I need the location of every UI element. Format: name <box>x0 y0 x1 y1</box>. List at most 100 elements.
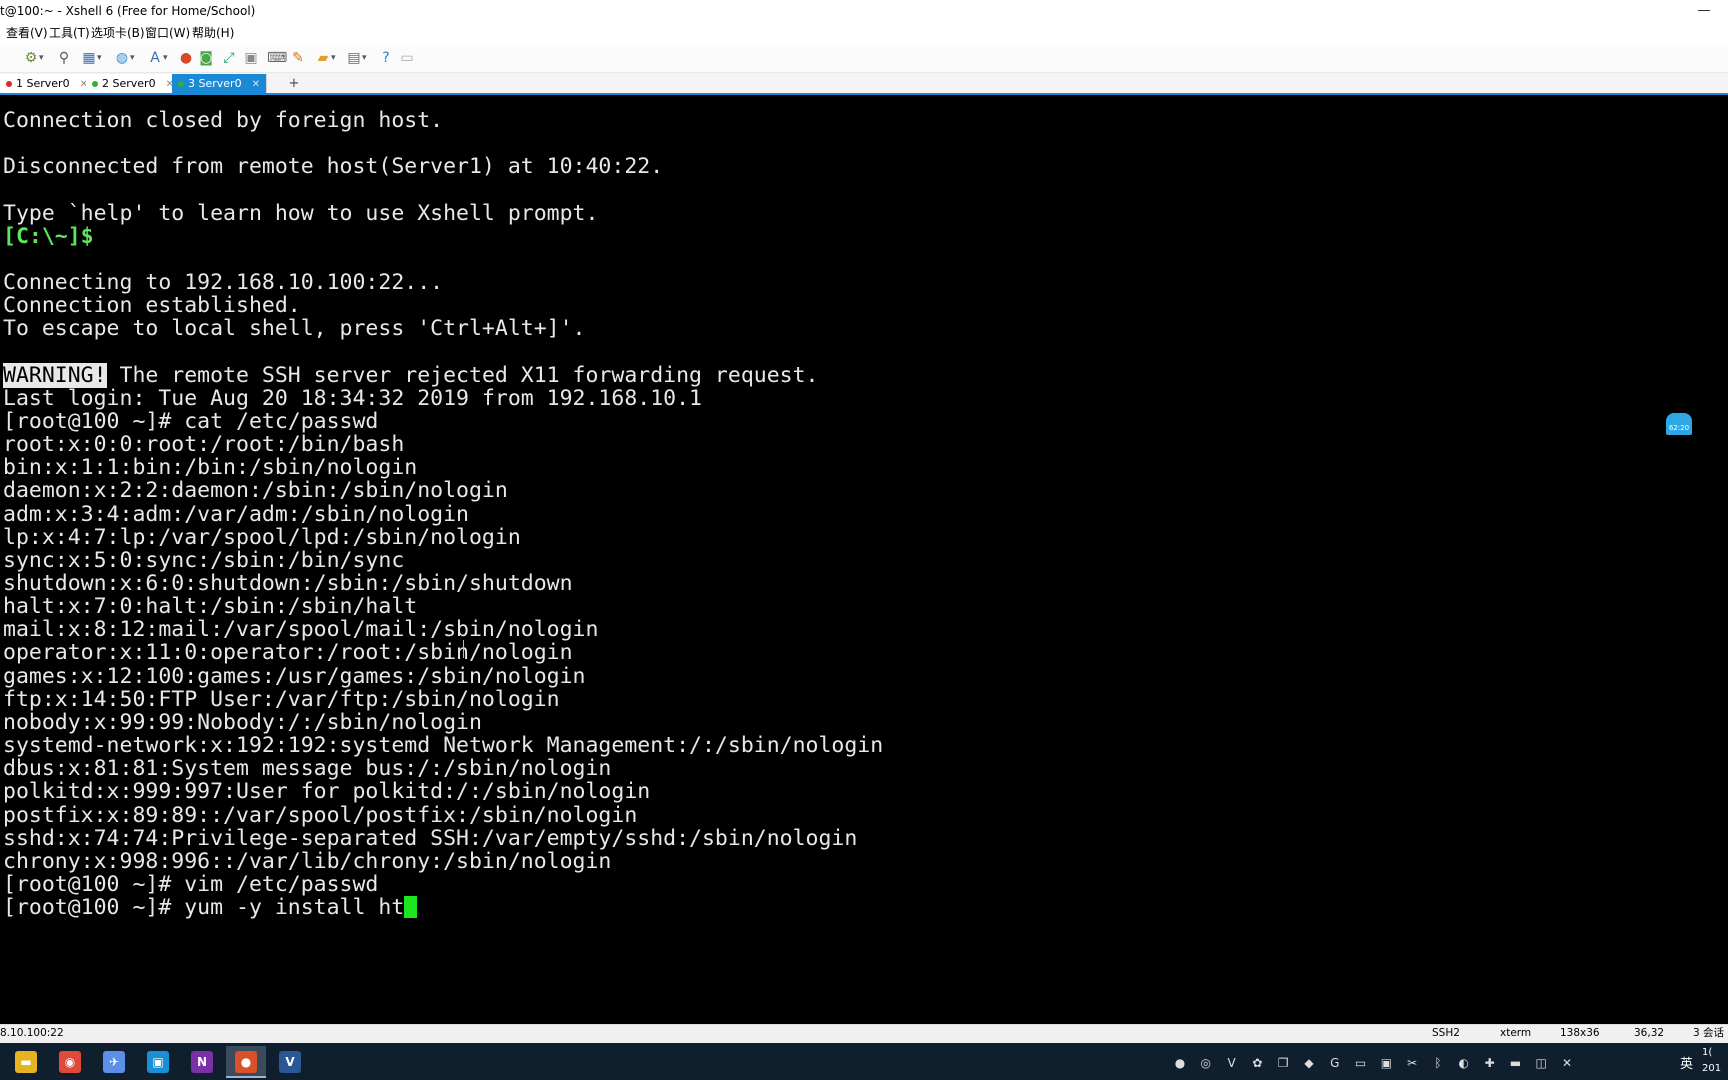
compose-icon[interactable]: ✎ <box>289 49 307 67</box>
wifi-icon[interactable]: ◫ <box>1533 1055 1549 1071</box>
taskbar-app[interactable]: ✈ <box>94 1046 134 1078</box>
network-drive-icon[interactable]: ◎ <box>1198 1055 1214 1071</box>
taskbar-app[interactable]: ● <box>226 1046 266 1078</box>
pin-tray-icon[interactable]: ✂ <box>1404 1055 1420 1071</box>
globe-icon[interactable]: ◍ <box>113 49 135 67</box>
terminal-line: operator:x:11:0:operator:/root:/sbin/nol… <box>3 640 573 665</box>
menu-view[interactable]: 查看(V) <box>6 22 48 44</box>
clock-date: 201 <box>1702 1063 1722 1074</box>
terminal-line: Connection closed by foreign host. <box>3 108 443 133</box>
taskbar-app[interactable]: N <box>182 1046 222 1078</box>
terminal-line: sshd:x:74:74:Privilege-separated SSH:/va… <box>3 826 857 851</box>
terminal-line: ftp:x:14:50:FTP User:/var/ftp:/sbin/nolo… <box>3 687 560 712</box>
status-size: 138x36 <box>1560 1027 1600 1039</box>
window-title: t@100:~ - Xshell 6 (Free for Home/School… <box>0 4 256 18</box>
bluetooth-icon[interactable]: ᛒ <box>1430 1055 1446 1071</box>
plus-tray-icon[interactable]: ✚ <box>1482 1055 1498 1071</box>
terminal-line: dbus:x:81:81:System message bus:/:/sbin/… <box>3 756 611 781</box>
terminal-line: games:x:12:100:games:/usr/games:/sbin/no… <box>3 664 585 689</box>
help-icon[interactable]: ? <box>377 49 395 67</box>
terminal-line: [C:\~]$ <box>3 224 107 249</box>
onenote-icon: N <box>191 1051 213 1073</box>
balloon-icon[interactable]: ● <box>1172 1055 1188 1071</box>
app-box-icon: ▣ <box>147 1051 169 1073</box>
visio-icon: V <box>279 1051 301 1073</box>
title-bar: t@100:~ - Xshell 6 (Free for Home/School… <box>0 0 1728 22</box>
status-term: xterm <box>1500 1027 1532 1039</box>
floating-widget[interactable]: 62:20 <box>1666 413 1692 435</box>
game-icon[interactable]: ◐ <box>1456 1055 1472 1071</box>
battery-icon[interactable]: ▬ <box>1507 1055 1523 1071</box>
terminal-line-text: Connection established. <box>3 293 301 319</box>
terminal-line-text: lp:x:4:7:lp:/var/spool/lpd:/sbin/nologin <box>3 524 521 550</box>
chat-icon[interactable]: ▭ <box>398 49 416 67</box>
terminal-line: [root@100 ~]# yum -y install ht <box>3 895 418 921</box>
lock-icon[interactable]: ▣ <box>242 49 260 67</box>
terminal-line-text: halt:x:7:0:halt:/sbin:/sbin/halt <box>3 594 418 620</box>
close-icon[interactable]: ✕ <box>252 79 260 90</box>
properties-icon[interactable]: ⚙ <box>22 49 44 67</box>
minimize-icon[interactable] <box>1696 0 1712 22</box>
screen-tray-icon[interactable]: ▣ <box>1378 1055 1394 1071</box>
terminal-line-text: postfix:x:89:89::/var/spool/postfix:/sbi… <box>3 802 638 828</box>
nvidia-icon[interactable]: ◆ <box>1301 1055 1317 1071</box>
layout-icon[interactable]: ▤ <box>345 49 366 67</box>
xshell-icon: ● <box>235 1051 257 1073</box>
taskbar-app[interactable]: ▬ <box>6 1046 46 1078</box>
tab-label: 3 Server0 <box>188 77 242 90</box>
taskbar-app[interactable]: ▣ <box>138 1046 178 1078</box>
terminal-output[interactable]: Connection closed by foreign host. Discon… <box>0 95 1728 1024</box>
taskbar-app[interactable]: V <box>270 1046 310 1078</box>
file-explorer-icon: ▬ <box>15 1051 37 1073</box>
terminal-line-text: [root@100 ~]# cat /etc/passwd <box>3 408 379 434</box>
feishu-icon: ✈ <box>103 1051 125 1073</box>
new-tab-button[interactable]: + <box>287 74 301 93</box>
terminal-line-text: dbus:x:81:81:System message bus:/:/sbin/… <box>3 756 612 782</box>
fullscreen-icon[interactable]: ⤢ <box>220 49 238 67</box>
menu-tabs[interactable]: 选项卡(B) <box>91 22 145 44</box>
terminal-line: bin:x:1:1:bin:/bin:/sbin/nologin <box>3 455 417 480</box>
terminal-line-text: root:x:0:0:root:/root:/bin/bash <box>3 432 405 458</box>
folder-icon[interactable]: ▰ <box>314 49 336 67</box>
clock[interactable]: 1( 201 <box>1702 1045 1728 1077</box>
menu-tools[interactable]: 工具(T) <box>49 22 90 44</box>
tab-session-3[interactable]: 3 Server0 ✕ <box>172 74 267 93</box>
ime-indicator[interactable]: 英 <box>1680 1053 1693 1072</box>
font-icon[interactable]: A <box>146 49 167 67</box>
gear-tray-icon[interactable]: ✿ <box>1249 1055 1265 1071</box>
visio-tray-icon[interactable]: V <box>1224 1055 1240 1071</box>
menu-window[interactable]: 窗口(W) <box>145 22 190 44</box>
transfer-icon[interactable]: ▦ <box>80 49 101 67</box>
terminal-line: [root@100 ~]# cat /etc/passwd <box>3 409 378 434</box>
clock-time: 1( <box>1702 1047 1713 1058</box>
terminal-line-text: [root@100 ~]# yum -y install ht <box>3 895 405 921</box>
taskbar-app[interactable]: ◉ <box>50 1046 90 1078</box>
terminal-line-text: games:x:12:100:games:/usr/games:/sbin/no… <box>3 663 586 689</box>
terminal-line-text: bin:x:1:1:bin:/bin:/sbin/nologin <box>3 455 418 481</box>
terminal-line: adm:x:3:4:adm:/var/adm:/sbin/nologin <box>3 502 469 527</box>
terminal-line: sync:x:5:0:sync:/sbin:/bin/sync <box>3 548 404 573</box>
terminal-line-text: systemd-network:x:192:192:systemd Networ… <box>3 733 884 759</box>
status-dot <box>6 81 12 87</box>
terminal-line-text: sync:x:5:0:sync:/sbin:/bin/sync <box>3 547 405 573</box>
volume-mute-icon[interactable]: ✕ <box>1559 1055 1575 1071</box>
copy-tray-icon[interactable]: ❐ <box>1275 1055 1291 1071</box>
terminal-line-text: Disconnected from remote host(Server1) a… <box>3 154 664 180</box>
sb-tray-icon[interactable]: ▭ <box>1353 1055 1369 1071</box>
tunnel-icon[interactable]: ◙ <box>197 49 215 67</box>
terminal-line-text: The remote SSH server rejected X11 forwa… <box>106 362 819 388</box>
menu-help[interactable]: 帮助(H) <box>192 22 234 44</box>
g-tray-icon[interactable]: G <box>1327 1055 1343 1071</box>
menu-bar: 查看(V) 工具(T) 选项卡(B) 窗口(W) 帮助(H) <box>0 22 1728 44</box>
terminal-line-text: [root@100 ~]# vim /etc/passwd <box>3 871 379 897</box>
xftp-icon[interactable]: ● <box>177 49 195 67</box>
terminal-line-text: mail:x:8:12:mail:/var/spool/mail:/sbin/n… <box>3 617 599 643</box>
keyboard-icon[interactable]: ⌨ <box>267 49 287 67</box>
toolbar: ⚙ ⚲ ▦ ◍ A ● ◙ ⤢ ▣ ⌨ ✎ ▰ ▤ ? ▭ <box>0 44 1728 73</box>
search-icon[interactable]: ⚲ <box>55 49 73 67</box>
tab-session-2[interactable]: 2 Server0 ✕ <box>86 74 181 93</box>
terminal-line: root:x:0:0:root:/root:/bin/bash <box>3 432 404 457</box>
terminal-line-text: Last login: Tue Aug 20 18:34:32 2019 fro… <box>3 385 702 411</box>
terminal-line-text: polkitd:x:999:997:User for polkitd:/:/sb… <box>3 779 651 805</box>
tab-session-1[interactable]: 1 Server0 ✕ <box>0 74 95 93</box>
